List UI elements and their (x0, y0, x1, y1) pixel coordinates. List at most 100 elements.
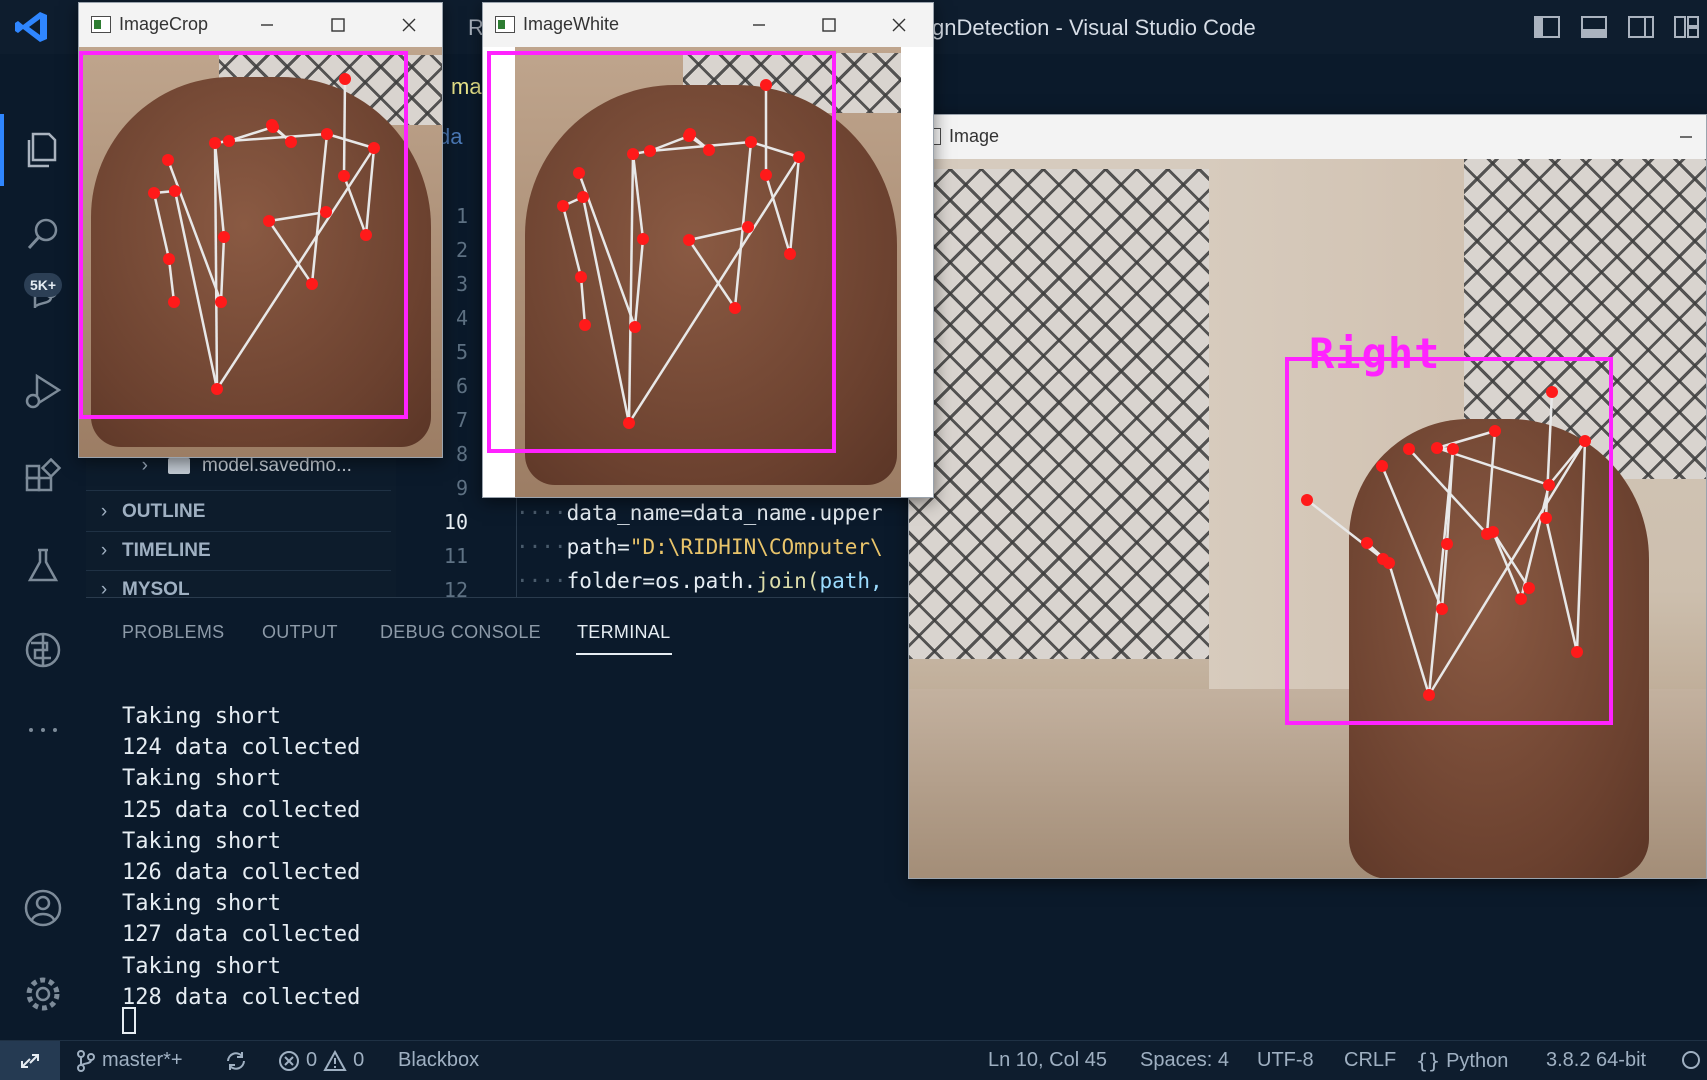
tab-output[interactable]: OUTPUT (262, 622, 338, 643)
section-label: OUTLINE (122, 501, 206, 522)
cursor-position[interactable]: Ln 10, Col 45 (988, 1049, 1107, 1072)
outline-section-header[interactable]: › OUTLINE (86, 493, 396, 531)
minimize-button[interactable] (247, 11, 287, 39)
customize-layout-icon[interactable] (1672, 13, 1702, 41)
explorer-button[interactable] (0, 114, 86, 186)
landmark-point (320, 206, 332, 218)
landmark-point (215, 296, 227, 308)
toggle-secondary-sidebar-icon[interactable] (1626, 13, 1656, 41)
landmark-connection (342, 78, 347, 177)
close-button[interactable] (389, 11, 429, 39)
folder-icon (168, 458, 190, 474)
sync-button[interactable] (224, 1049, 248, 1073)
landmark-connection (326, 132, 375, 150)
landmark-point (1441, 538, 1453, 550)
branch-indicator[interactable]: master*+ (76, 1049, 183, 1072)
testing-button[interactable] (0, 530, 86, 602)
landmark-point (321, 128, 333, 140)
line-ending-selector[interactable]: CRLF (1344, 1049, 1396, 1072)
close-icon (892, 18, 906, 32)
landmark-point (1515, 593, 1527, 605)
minimize-icon (753, 24, 765, 26)
maximize-icon (822, 18, 836, 32)
window-titlebar[interactable]: Image (909, 115, 1706, 159)
landmark-point (218, 231, 230, 243)
hand-landmark-overlay (1285, 357, 1613, 725)
tab-terminal[interactable]: TERMINAL (577, 622, 670, 643)
braces-icon: {} (1416, 1049, 1441, 1073)
landmark-point (577, 191, 589, 203)
tab-debug-console[interactable]: DEBUG CONSOLE (380, 622, 541, 643)
landmark-point (266, 119, 278, 131)
maximize-button[interactable] (809, 11, 849, 39)
remote-explorer-button[interactable] (0, 614, 86, 686)
landmark-point (223, 135, 235, 147)
code-line[interactable]: ····folder=os.path.join(path, (516, 569, 883, 593)
error-count: 0 (306, 1049, 318, 1071)
run-debug-button[interactable] (0, 354, 86, 426)
window-titlebar[interactable]: ImageWhite (483, 3, 933, 47)
status-bar: master*+ 0 0 Blackbox Ln 10, Col 45 Spac… (0, 1040, 1707, 1080)
python-interpreter-selector[interactable]: 3.8.2 64-bit (1546, 1049, 1646, 1072)
maximize-icon (331, 18, 345, 32)
landmark-connection (1544, 517, 1579, 653)
landmark-connection (215, 147, 376, 390)
toggle-primary-sidebar-icon[interactable] (1532, 13, 1562, 41)
window-title: gnDetection - Visual Studio Code (932, 15, 1256, 40)
landmark-point (1361, 537, 1373, 549)
landmark-connection (627, 153, 635, 424)
landmark-connection (788, 156, 801, 255)
landmark-connection (687, 239, 737, 309)
indentation-selector[interactable]: Spaces: 4 (1140, 1049, 1229, 1072)
cropped-hand-image (79, 47, 442, 457)
breadcrumb-fragment[interactable]: ma (451, 74, 482, 100)
tab-problems[interactable]: PROBLEMS (122, 622, 224, 643)
landmark-point (644, 145, 656, 157)
close-button[interactable] (879, 11, 919, 39)
maximize-button[interactable] (318, 11, 358, 39)
more-button[interactable] (0, 694, 86, 766)
sync-icon (227, 1052, 245, 1070)
image-crop-window[interactable]: ImageCrop (78, 2, 443, 458)
landmark-point (169, 185, 181, 197)
image-white-window[interactable]: ImageWhite (482, 2, 934, 498)
landmark-point (1540, 512, 1552, 524)
chevron-right-icon: › (141, 455, 148, 476)
landmark-point (1423, 689, 1435, 701)
landmark-connection (579, 276, 587, 326)
landmark-point (579, 319, 591, 331)
notifications-button[interactable] (1680, 1049, 1702, 1071)
blackbox-status[interactable]: Blackbox (398, 1049, 479, 1072)
accounts-button[interactable] (0, 872, 86, 944)
image-window[interactable]: Image Right (908, 114, 1707, 879)
minimize-button[interactable] (739, 11, 779, 39)
toggle-panel-icon[interactable] (1579, 13, 1609, 41)
landmark-connection (764, 174, 792, 255)
timeline-section-header[interactable]: › TIMELINE (86, 532, 396, 570)
landmark-point (684, 128, 696, 140)
code-line[interactable]: ····data_name=data_name.upper (516, 501, 883, 525)
landmark-point (1301, 494, 1313, 506)
window-titlebar[interactable]: ImageCrop (79, 3, 442, 47)
manage-button[interactable] (0, 958, 86, 1030)
explorer-icon (27, 132, 57, 168)
more-icon (29, 728, 57, 732)
minimize-button[interactable] (1666, 123, 1706, 151)
code-line[interactable]: ····path="D:\RIDHIN\COmputer\ (516, 535, 883, 559)
vscode-logo-icon[interactable] (14, 10, 50, 44)
landmark-point (793, 151, 805, 163)
landmark-connection (213, 142, 219, 390)
problems-indicator[interactable]: 0 0 (278, 1049, 364, 1072)
landmark-point (209, 137, 221, 149)
encoding-selector[interactable]: UTF-8 (1257, 1049, 1314, 1072)
landmark-point (703, 144, 715, 156)
remote-indicator-button[interactable] (0, 1041, 60, 1080)
terminal-line: Taking short (122, 704, 281, 729)
landmark-point (263, 215, 275, 227)
extensions-button[interactable] (0, 444, 86, 516)
line-number: 11 (443, 544, 468, 568)
window-title: Image (949, 126, 1000, 146)
terminal-line: Taking short (122, 828, 281, 854)
language-mode-selector[interactable]: {} Python (1416, 1049, 1508, 1073)
section-label: TIMELINE (122, 540, 211, 561)
